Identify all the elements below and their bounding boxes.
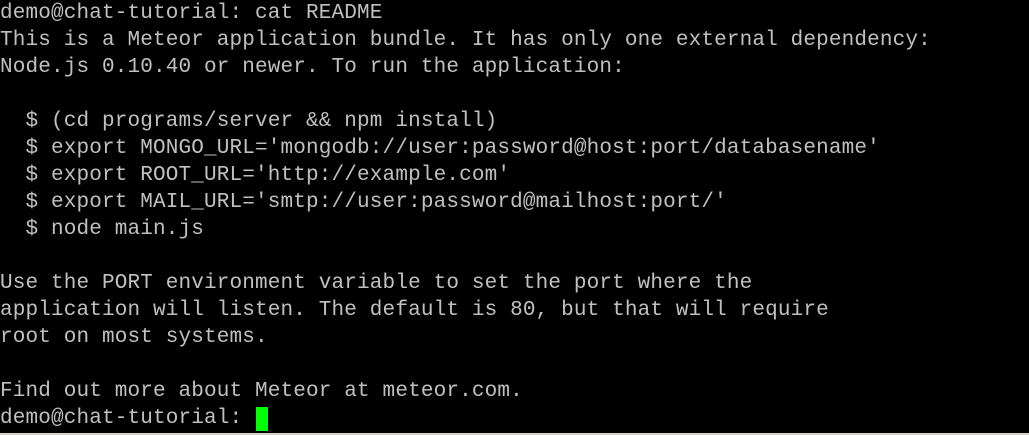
terminal-line: $ (cd programs/server && npm install) xyxy=(0,110,498,133)
terminal-line: Use the PORT environment variable to set… xyxy=(0,272,753,295)
terminal-line: $ node main.js xyxy=(0,218,205,241)
terminal-line: $ export ROOT_URL='http://example.com' xyxy=(0,164,511,187)
terminal-line: $ export MAIL_URL='smtp://user:password@… xyxy=(0,191,727,214)
terminal-line: Find out more about Meteor at meteor.com… xyxy=(0,380,523,403)
terminal-prompt: demo@chat-tutorial: xyxy=(0,407,256,430)
terminal-prompt-line[interactable]: demo@chat-tutorial: xyxy=(0,405,269,432)
terminal-line-command: demo@chat-tutorial: cat README xyxy=(0,2,383,25)
terminal-line: application will listen. The default is … xyxy=(0,299,829,322)
terminal-line: This is a Meteor application bundle. It … xyxy=(0,29,931,52)
text-cursor xyxy=(256,406,269,431)
terminal-line: root on most systems. xyxy=(0,326,268,349)
terminal-line: $ export MONGO_URL='mongodb://user:passw… xyxy=(0,137,880,160)
terminal-line: Node.js 0.10.40 or newer. To run the app… xyxy=(0,56,625,79)
terminal-window[interactable]: demo@chat-tutorial: cat README This is a… xyxy=(0,0,1029,433)
